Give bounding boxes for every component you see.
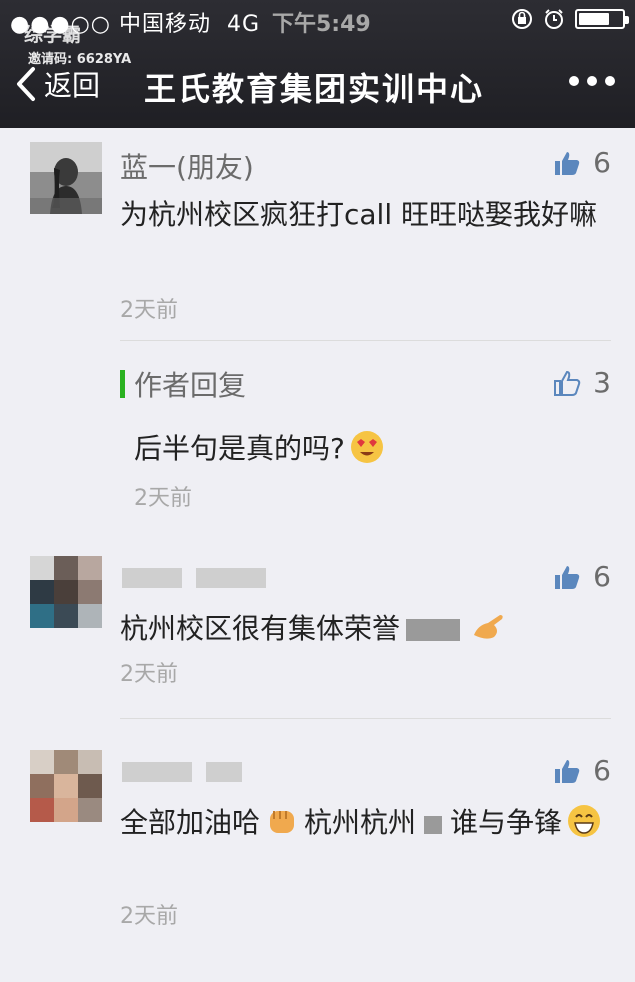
like-button[interactable]: 6 <box>553 146 611 179</box>
avatar[interactable] <box>30 750 102 822</box>
back-button[interactable]: 返回 <box>14 64 100 104</box>
top-bar: ●●●○○ 中国移动 4G 下午5:49 综学霸 邀请码: 6628YA 返回 … <box>0 0 635 128</box>
thumbs-up-icon <box>555 759 580 783</box>
like-count: 6 <box>593 754 611 787</box>
fist-emoji-icon <box>270 811 295 833</box>
chevron-left-icon <box>17 67 35 101</box>
clock: 下午5:49 <box>272 12 371 37</box>
like-count: 6 <box>593 146 611 179</box>
more-dots-icon[interactable] <box>569 76 615 86</box>
comment-time: 2天前 <box>120 904 178 929</box>
comment-time: 2天前 <box>120 298 178 323</box>
battery-icon <box>575 9 629 29</box>
comment-text: 全部加油哈 杭州杭州 谁与争锋 <box>120 800 610 846</box>
pointing-hand-emoji-icon <box>474 615 503 639</box>
commenter-name-redacted <box>122 762 242 782</box>
avatar[interactable] <box>30 142 102 214</box>
like-button[interactable]: 6 <box>553 560 611 593</box>
status-bar: ●●●○○ 中国移动 4G 下午5:49 <box>0 6 635 37</box>
heart-eyes-emoji-icon <box>350 431 383 463</box>
thumbs-up-outline-icon <box>554 370 581 396</box>
redacted-block <box>424 816 443 834</box>
reply-like-button[interactable]: 3 <box>553 366 611 399</box>
reply-label: 作者回复 <box>134 369 247 402</box>
divider <box>120 718 611 719</box>
redacted-block <box>406 619 461 641</box>
reply-time: 2天前 <box>134 486 192 511</box>
watermark-logo: 综学霸 <box>24 24 82 46</box>
commenter-name-redacted <box>122 568 266 588</box>
thumbs-up-icon <box>555 565 580 589</box>
comment-text: 为杭州校区疯狂打call 旺旺哒娶我好嘛 <box>120 198 598 231</box>
avatar[interactable] <box>30 556 102 628</box>
reply-indicator <box>120 370 125 398</box>
reply-like-count: 3 <box>593 366 611 399</box>
comment-text: 杭州校区很有集体荣誉 <box>120 606 610 652</box>
nav-bar: 返回 王氏教育集团实训中心 <box>0 56 635 116</box>
grinning-emoji-icon <box>568 805 601 837</box>
reply-text: 后半句是真的吗? <box>134 426 624 472</box>
alarm-icon <box>545 9 563 29</box>
commenter-name: 蓝一(朋友) <box>120 151 254 184</box>
thumbs-up-icon <box>555 151 580 175</box>
divider <box>120 340 611 341</box>
back-label: 返回 <box>44 69 101 102</box>
page-title: 王氏教育集团实训中心 <box>144 70 485 108</box>
like-count: 6 <box>593 560 611 593</box>
like-button[interactable]: 6 <box>553 754 611 787</box>
rotation-lock-icon <box>512 9 532 29</box>
comment-time: 2天前 <box>120 662 178 687</box>
